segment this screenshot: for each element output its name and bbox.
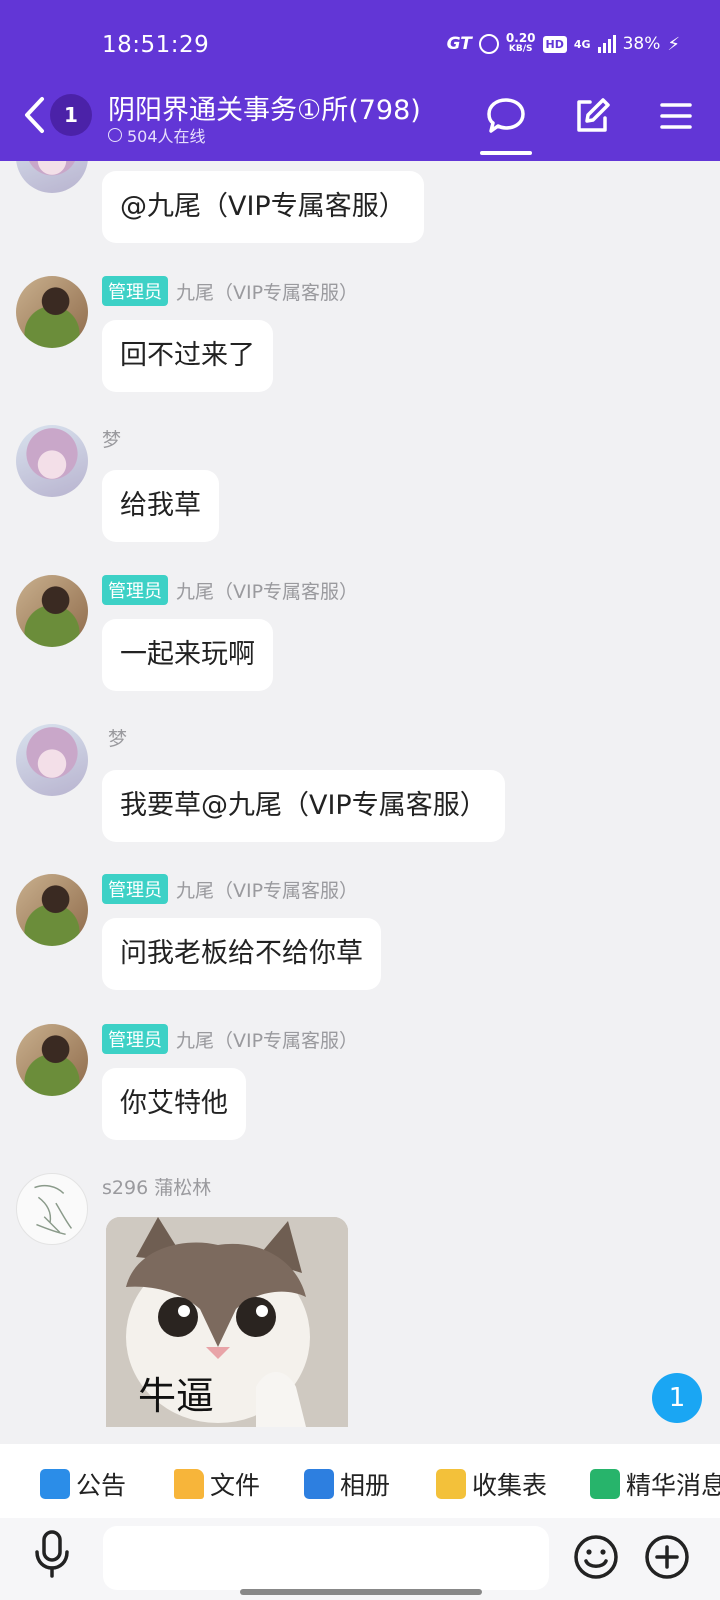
message-bubble[interactable]: 回不过来了 <box>102 320 273 392</box>
avatar[interactable] <box>16 575 88 647</box>
notice-icon <box>40 1469 70 1499</box>
back-arrow-icon[interactable] <box>22 96 46 134</box>
alarm-icon <box>478 34 499 54</box>
avatar[interactable] <box>16 276 88 348</box>
avatar[interactable] <box>16 161 88 193</box>
sender-name[interactable]: 九尾（VIP专属客服） <box>176 1026 358 1053</box>
active-tab-indicator <box>480 151 532 155</box>
sender-row: 管理员 九尾（VIP专属客服） <box>102 874 358 904</box>
charging-icon: ⚡ <box>667 33 680 55</box>
sender-row: 管理员 九尾（VIP专属客服） <box>102 1024 358 1054</box>
status-time: 18:51:29 <box>102 32 210 58</box>
admin-badge: 管理员 <box>102 874 168 904</box>
message-bubble[interactable]: @九尾（VIP专属客服） <box>102 171 424 243</box>
plus-icon[interactable] <box>644 1534 690 1580</box>
message-input[interactable] <box>103 1526 549 1590</box>
sender-row: 梦 <box>102 425 121 452</box>
message-list[interactable]: @九尾（VIP专属客服） 管理员 九尾（VIP专属客服） 回不过来了 梦 给我草… <box>0 161 720 1444</box>
sender-name[interactable]: 九尾（VIP专属客服） <box>176 876 358 903</box>
battery-level: 38% <box>622 34 661 54</box>
avatar[interactable] <box>16 1173 88 1245</box>
form-icon <box>436 1469 466 1499</box>
sender-row: 管理员 九尾（VIP专属客服） <box>102 276 358 306</box>
folder-icon <box>174 1469 204 1499</box>
sticker-caption: 牛逼 <box>138 1374 215 1418</box>
sender-row: 管理员 九尾（VIP专属客服） <box>102 575 358 605</box>
sender-name[interactable]: 九尾（VIP专属客服） <box>176 278 358 305</box>
group-toolbar: 公告 文件 相册 收集表 精华消息 <box>0 1444 720 1518</box>
admin-badge: 管理员 <box>102 575 168 605</box>
edit-icon[interactable] <box>572 96 612 136</box>
toolbar-form[interactable]: 收集表 <box>436 1466 547 1502</box>
network-type: 4G <box>573 37 591 51</box>
menu-icon[interactable] <box>656 96 696 136</box>
emoji-icon[interactable] <box>573 1534 619 1580</box>
microphone-icon[interactable] <box>32 1528 72 1580</box>
input-bar <box>0 1518 720 1600</box>
message-bubble[interactable]: 一起来玩啊 <box>102 619 273 691</box>
hd-icon: HD <box>542 35 567 53</box>
avatar[interactable] <box>16 724 88 796</box>
sender-name[interactable]: 梦 <box>108 724 127 751</box>
admin-badge: 管理员 <box>102 276 168 306</box>
online-icon <box>108 128 122 142</box>
home-indicator[interactable] <box>240 1589 482 1595</box>
network-speed: 0.20 KB/S <box>505 31 536 54</box>
toolbar-notice[interactable]: 公告 <box>40 1466 126 1502</box>
toolbar-digest[interactable]: 精华消息 <box>590 1466 720 1502</box>
admin-badge: 管理员 <box>102 1024 168 1054</box>
sender-row: 梦 <box>108 724 127 751</box>
toolbar-album[interactable]: 相册 <box>304 1466 390 1502</box>
unread-count-badge[interactable]: 1 <box>50 94 92 136</box>
sticker-image[interactable]: 牛逼 <box>106 1217 348 1427</box>
sender-name[interactable]: s296 蒲松林 <box>102 1173 211 1200</box>
group-title[interactable]: 阴阳界通关事务①所(798) <box>108 88 421 127</box>
signal-icon <box>597 35 616 53</box>
avatar[interactable] <box>16 874 88 946</box>
chat-header: 18:51:29 GT 0.20 KB/S HD 4G 38% ⚡ 1 阴阳界通… <box>0 0 720 161</box>
album-icon <box>304 1469 334 1499</box>
chat-bubble-icon[interactable] <box>486 96 526 136</box>
status-icons: GT 0.20 KB/S HD 4G 38% ⚡ <box>446 31 680 55</box>
sender-name[interactable]: 九尾（VIP专属客服） <box>176 577 358 604</box>
toolbar-files[interactable]: 文件 <box>174 1466 260 1502</box>
avatar[interactable] <box>16 1024 88 1096</box>
message-bubble[interactable]: 我要草@九尾（VIP专属客服） <box>102 770 505 842</box>
message-bubble[interactable]: 给我草 <box>102 470 219 542</box>
online-status: 504人在线 <box>108 123 206 147</box>
message-bubble[interactable]: 问我老板给不给你草 <box>102 918 381 990</box>
digest-icon <box>590 1469 620 1499</box>
new-message-badge[interactable]: 1 <box>652 1373 702 1423</box>
avatar[interactable] <box>16 425 88 497</box>
sender-row: s296 蒲松林 <box>102 1173 211 1200</box>
sender-name[interactable]: 梦 <box>102 425 121 452</box>
message-bubble[interactable]: 你艾特他 <box>102 1068 246 1140</box>
gt-mode-icon: GT <box>446 34 472 54</box>
